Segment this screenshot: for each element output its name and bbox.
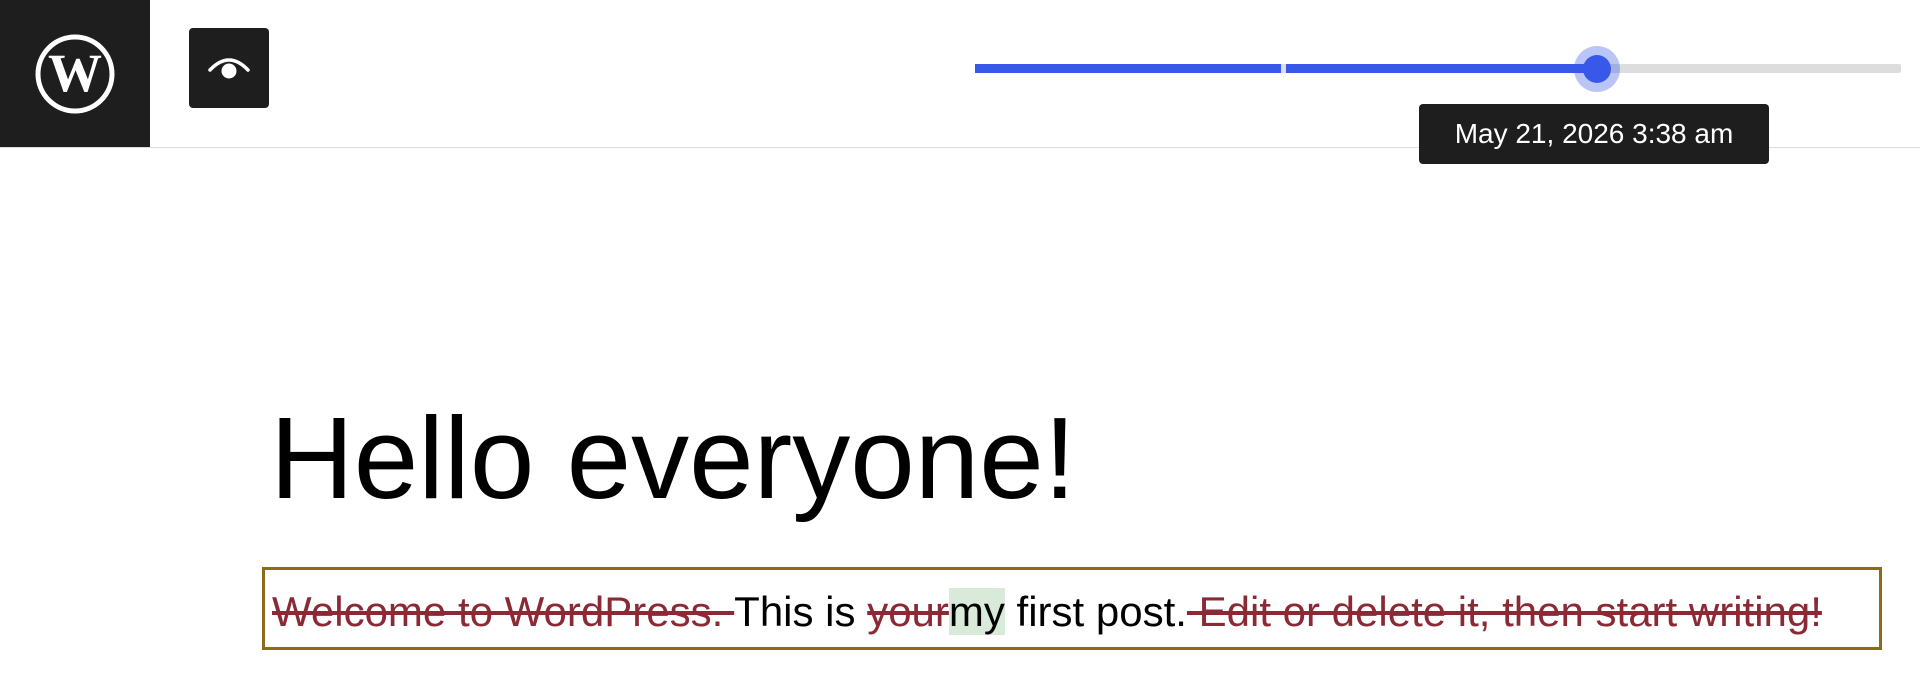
diff-removed-text: Edit or delete it, then start writing! bbox=[1186, 588, 1822, 635]
eye-icon bbox=[208, 58, 250, 79]
diff-removed-text: your bbox=[867, 588, 949, 635]
revision-slider-range-to bbox=[1286, 64, 1596, 73]
diff-unchanged-text: first post. bbox=[1004, 588, 1187, 635]
wordpress-logo-button[interactable]: W bbox=[0, 0, 150, 147]
top-toolbar: W May 21, 2026 3:38 am bbox=[0, 0, 1920, 164]
diff-removed-text: Welcome to WordPress. bbox=[272, 588, 735, 635]
revision-slider[interactable] bbox=[975, 46, 1901, 92]
post-paragraph-diff[interactable]: Welcome to WordPress. This is yourmy fir… bbox=[272, 584, 1822, 640]
diff-unchanged-text: This is bbox=[734, 588, 868, 635]
preview-button[interactable] bbox=[189, 28, 269, 108]
svg-text:W: W bbox=[48, 43, 102, 103]
revision-slider-thumb[interactable] bbox=[1583, 55, 1611, 83]
wordpress-logo-icon: W bbox=[35, 34, 115, 113]
diff-added-text: my bbox=[948, 588, 1005, 635]
post-title: Hello everyone! bbox=[270, 393, 1076, 523]
revision-slider-range-from bbox=[975, 64, 1281, 73]
revision-date-tooltip: May 21, 2026 3:38 am bbox=[1419, 104, 1769, 164]
